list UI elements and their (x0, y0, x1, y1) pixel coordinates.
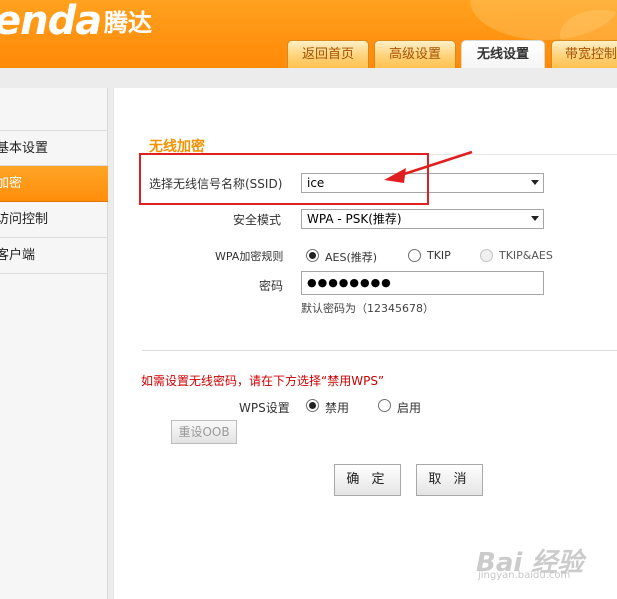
radio-tkip-label: TKIP (427, 249, 451, 262)
wps-label: WPS设置 (239, 401, 290, 415)
security-mode-label: 安全模式 (233, 213, 282, 227)
sidebar-item-label: 访问控制 (0, 212, 49, 227)
radio-aes-label: AES(推荐) (325, 251, 378, 264)
radio-wps-disable[interactable] (306, 399, 319, 412)
cancel-button[interactable]: 取 消 (416, 464, 483, 496)
password-label: 密码 (259, 279, 284, 293)
sidebar-item-label: 基本设置 (0, 141, 49, 156)
sidebar-item-clients[interactable]: 客户端 (0, 238, 108, 274)
ok-button[interactable]: 确 定 (334, 464, 401, 496)
sidebar-item-basic[interactable]: 基本设置 (0, 130, 108, 166)
tab-bandwidth[interactable]: 带宽控制 (551, 40, 617, 68)
security-mode-value: WPA - PSK(推荐) (307, 212, 402, 226)
wpa-rule-label: WPA加密规则 (215, 250, 284, 263)
radio-wps-disable-label: 禁用 (325, 401, 350, 415)
watermark-url: jingyan.baidu.com (478, 570, 571, 581)
radio-tkip-aes-label: TKIP&AES (499, 249, 553, 262)
radio-tkip[interactable] (408, 249, 421, 262)
annotation-arrow-icon (384, 150, 473, 183)
sidebar-item-label: 客户端 (0, 248, 36, 263)
header-bar: enda 腾达 返回首页 高级设置 无线设置 带宽控制 (0, 0, 617, 68)
brand-logo: enda (0, 0, 102, 44)
brand-logo-cn: 腾达 (104, 9, 152, 37)
tab-home[interactable]: 返回首页 (287, 40, 369, 68)
security-mode-select[interactable]: WPA - PSK(推荐) (301, 209, 544, 229)
radio-aes[interactable] (306, 249, 319, 262)
radio-tkip-aes (480, 249, 493, 262)
reset-oob-button[interactable]: 重设OOB (171, 420, 237, 444)
password-input[interactable]: ●●●●●●●● (301, 271, 544, 295)
wps-hint: 如需设置无线密码，请在下方选择“禁用WPS” (141, 374, 385, 388)
sidebar: 基本设置 加密 访问控制 客户端 (0, 88, 108, 599)
chevron-down-icon (531, 180, 539, 185)
radio-wps-enable-label: 启用 (397, 401, 422, 415)
chevron-down-icon (531, 216, 539, 221)
main-panel: 无线加密 选择无线信号名称(SSID) ice 安全模式 WPA - PSK(推… (113, 88, 617, 599)
tab-wireless[interactable]: 无线设置 (461, 40, 545, 68)
sidebar-item-access-control[interactable]: 访问控制 (0, 202, 108, 238)
tab-advanced[interactable]: 高级设置 (374, 40, 456, 68)
section-divider (142, 350, 617, 351)
radio-wps-enable[interactable] (378, 399, 391, 412)
password-hint: 默认密码为（12345678） (301, 302, 434, 315)
sidebar-item-label: 加密 (0, 176, 23, 191)
sidebar-item-encryption[interactable]: 加密 (0, 166, 108, 202)
